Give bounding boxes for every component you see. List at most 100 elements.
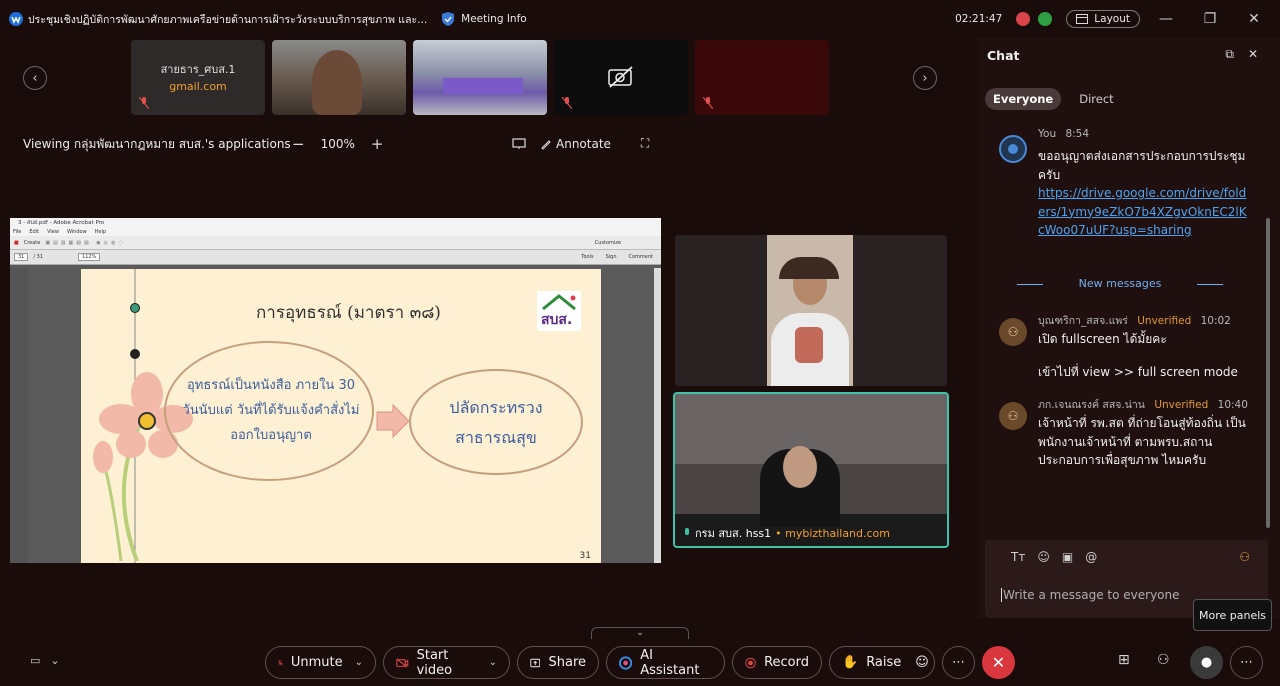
leave-meeting-button[interactable]: ✕ xyxy=(982,646,1015,679)
zoom-out-button[interactable]: − xyxy=(292,135,305,153)
ai-assistant-label: AI Assistant xyxy=(640,647,700,678)
message-header: ภก.เจนณรงค์ สสจ.น่าน Unverified 10:40 xyxy=(1038,396,1248,413)
video-tile-participant[interactable] xyxy=(675,235,947,386)
slide-ministry-text: ปลัดกระทรวง สาธารณสุข xyxy=(449,398,543,447)
annotate-button[interactable]: Annotate xyxy=(540,137,611,151)
restore-button[interactable]: ❐ xyxy=(1192,11,1228,27)
acrobat-menu-window: Window xyxy=(66,229,87,235)
close-chat-icon[interactable]: ✕ xyxy=(1248,47,1258,62)
avatar xyxy=(999,135,1027,163)
chat-tabs: Everyone Direct xyxy=(985,88,1122,110)
participant-thumb-4[interactable] xyxy=(554,40,688,115)
collapse-handle[interactable]: ⌄ xyxy=(591,627,689,639)
participants-icon[interactable]: ⚇ xyxy=(1157,652,1170,668)
message-sender: You xyxy=(1038,128,1057,140)
ellipsis-icon: ⋯ xyxy=(1240,655,1253,670)
share-label: Share xyxy=(548,655,586,670)
chat-toggle-button[interactable]: ● xyxy=(1190,646,1223,679)
viewing-label: Viewing กลุ่มพัฒนากฎหมาย สบส.'s applicat… xyxy=(23,137,291,151)
record-icon xyxy=(745,657,756,668)
acrobat-page-count: / 31 xyxy=(33,254,44,260)
strip-prev-button[interactable]: ‹ xyxy=(23,66,47,90)
unverified-badge: Unverified xyxy=(1154,399,1209,411)
emoji-icon[interactable]: ☺ xyxy=(1037,550,1050,564)
annotate-label: Annotate xyxy=(556,136,611,151)
strip-next-button[interactable]: › xyxy=(913,66,937,90)
acrobat-nav-toolbar: 31 / 31 112% Tools Sign Comment xyxy=(10,250,661,265)
acrobat-menu-help: Help xyxy=(94,229,107,235)
record-button[interactable]: Record xyxy=(732,646,822,679)
acrobat-page-input: 31 xyxy=(14,253,29,261)
acrobat-panel-comment: Comment xyxy=(628,254,654,260)
more-panels-button[interactable]: ⋯ xyxy=(1230,646,1263,679)
sbs-logo-text: สบส. xyxy=(541,312,573,328)
message-time: 10:02 xyxy=(1200,315,1231,327)
hand-icon: ✋ xyxy=(842,655,859,670)
message-text-2: เข้าไปที่ view >> full screen mode xyxy=(1038,365,1238,379)
meeting-title: ประชุมเชิงปฏิบัติการพัฒนาศักยภาพเครือข่า… xyxy=(28,13,428,26)
title-bar-right: 02:21:47 Layout — ❐ ✕ xyxy=(955,0,1272,38)
meeting-info-button[interactable]: Meeting Info xyxy=(441,11,527,27)
shared-screen[interactable]: 3 - สบส.pdf - Adobe Acrobat Pro File Edi… xyxy=(10,218,661,563)
active-speaker-site: • mybizthailand.com xyxy=(775,526,891,540)
user-icon: ⚇ xyxy=(1007,409,1019,423)
video-shirt-print xyxy=(795,327,823,363)
meeting-info-label: Meeting Info xyxy=(461,13,527,25)
start-video-label: Start video xyxy=(416,647,453,678)
start-video-button[interactable]: Start video ⌄ xyxy=(383,646,510,679)
raise-hand-button[interactable]: ✋ Raise ☺ xyxy=(829,646,935,679)
title-bar: ประชุมเชิงปฏิบัติการพัฒนาศักยภาพเครือข่า… xyxy=(0,0,1280,38)
mic-muted-icon xyxy=(139,97,149,109)
ai-assistant-icon xyxy=(619,655,633,670)
participant-thumb-2[interactable] xyxy=(272,40,406,115)
share-button[interactable]: Share xyxy=(517,646,599,679)
gif-icon[interactable]: ▣ xyxy=(1062,550,1073,564)
chevron-down-icon: ⌄ xyxy=(488,657,497,668)
active-speaker-label: กรม สบส. hss1 • mybizthailand.com xyxy=(683,524,890,542)
text-format-icon[interactable]: Tт xyxy=(1011,550,1025,564)
message-body: ขออนุญาตส่งเอกสารประกอบการประชุมครับ htt… xyxy=(1038,147,1248,240)
layout-button[interactable]: Layout xyxy=(1066,10,1140,28)
network-status-icon xyxy=(1038,12,1053,26)
reactions-icon[interactable]: ☺ xyxy=(915,655,929,670)
participant-video-room xyxy=(443,78,523,94)
slide-title: การอุทธรณ์ (มาตรา ๓๘) xyxy=(256,303,441,323)
chat-scrollbar[interactable] xyxy=(1266,218,1270,528)
zoom-in-button[interactable]: + xyxy=(371,135,384,153)
participant-thumb-5[interactable] xyxy=(695,40,829,115)
mention-icon[interactable]: @ xyxy=(1085,550,1097,564)
more-panels-tooltip: More panels xyxy=(1193,599,1272,631)
message-link[interactable]: https://drive.google.com/drive/folders/1… xyxy=(1038,184,1248,240)
tab-everyone[interactable]: Everyone xyxy=(985,88,1062,110)
acrobat-menu: File Edit View Window Help xyxy=(10,228,661,236)
participant-thumb-1[interactable]: สายธาร_ศบส.1 gmail.com xyxy=(131,40,265,115)
chat-icon: ● xyxy=(1200,655,1213,670)
camera-off-icon xyxy=(608,66,633,88)
share-zoom-controls: − 100% + xyxy=(292,135,383,153)
chevron-down-icon: ⌄ xyxy=(50,654,60,667)
close-window-button[interactable]: ✕ xyxy=(1236,11,1272,27)
chat-header-actions: ⧉ ✕ xyxy=(1225,47,1258,62)
share-screen-icon xyxy=(530,658,541,667)
participant-thumb-3[interactable] xyxy=(413,40,547,115)
unmute-button[interactable]: Unmute ⌄ xyxy=(265,646,376,679)
unmute-label: Unmute xyxy=(290,655,343,670)
popout-icon[interactable]: ⧉ xyxy=(1225,47,1234,62)
video-tile-active-speaker[interactable]: กรม สบส. hss1 • mybizthailand.com xyxy=(673,392,949,548)
more-options-button[interactable]: ⋯ xyxy=(942,646,975,679)
message-time: 10:40 xyxy=(1217,399,1248,411)
user-icon: ⚇ xyxy=(1007,325,1019,339)
acrobat-toolbar: ■ Create ▣▤▥▦▧▨ ◉◎◍◌ Customize xyxy=(10,236,661,250)
privacy-icon[interactable]: ⚇ xyxy=(1239,550,1250,564)
chat-input[interactable]: Write a message to everyone xyxy=(1001,588,1180,602)
apps-icon[interactable]: ⊞ xyxy=(1118,652,1130,668)
ai-assistant-button[interactable]: AI Assistant xyxy=(606,646,725,679)
acrobat-sidebar xyxy=(10,268,28,563)
fullscreen-icon[interactable]: ⛶ xyxy=(641,136,649,151)
message-header: You 8:54 xyxy=(1038,128,1089,140)
captions-control[interactable]: ▭ ⌄ xyxy=(30,654,60,667)
tab-direct[interactable]: Direct xyxy=(1071,88,1121,110)
mic-muted-icon xyxy=(703,97,713,109)
minimize-button[interactable]: — xyxy=(1148,11,1184,27)
remote-control-icon[interactable] xyxy=(512,137,526,150)
